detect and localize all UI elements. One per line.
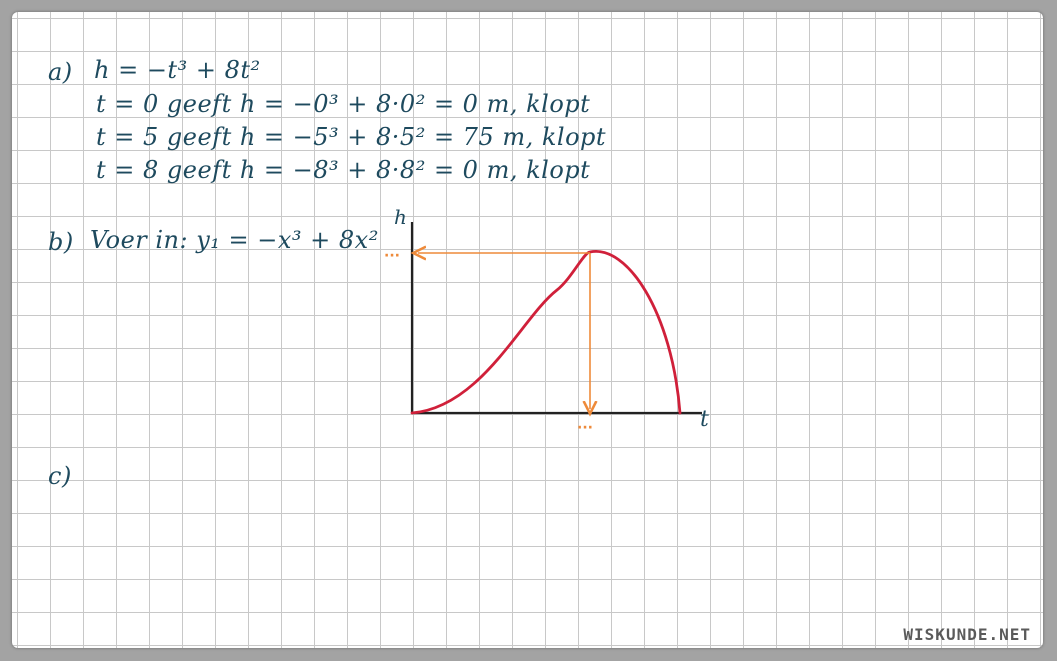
- grid-paper: a) h = −t³ + 8t² t = 0 geeft h = −0³ + 8…: [12, 12, 1043, 648]
- x-value-marker: ···: [577, 420, 593, 436]
- window-frame: a) h = −t³ + 8t² t = 0 geeft h = −0³ + 8…: [0, 0, 1057, 661]
- wiskunde-logo: WISKUNDE.NET: [903, 625, 1031, 644]
- y-value-marker: ···: [384, 248, 400, 264]
- height-curve: [410, 250, 682, 415]
- graph-sketch: h t ··· ···: [384, 205, 709, 436]
- x-axis-label: t: [700, 407, 709, 432]
- y-axis-label: h: [394, 205, 407, 229]
